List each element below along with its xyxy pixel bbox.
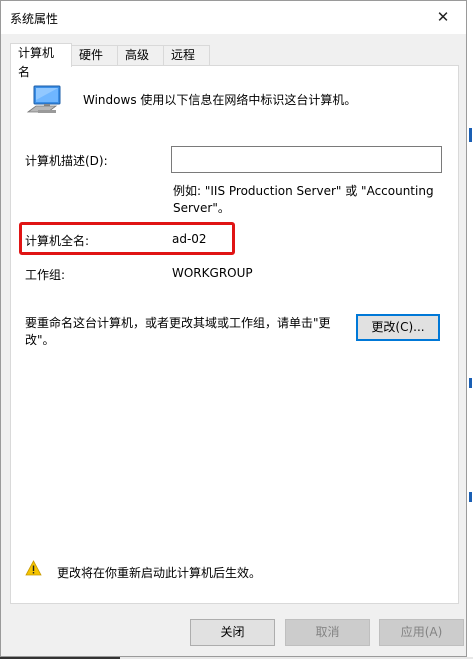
tab-advanced[interactable]: 高级 xyxy=(117,45,164,66)
intro-text: Windows 使用以下信息在网络中标识这台计算机。 xyxy=(83,93,357,107)
system-properties-window: 系统属性 ✕ 计算机名 硬件 高级 远程 Windows 使用以下信息在网络中标… xyxy=(0,0,467,657)
rename-line-1: 要重命名这台计算机，或者更改其域或工作组，请单击"更 xyxy=(25,316,331,330)
tab-hardware[interactable]: 硬件 xyxy=(71,45,118,66)
tab-panel: Windows 使用以下信息在网络中标识这台计算机。 计算机描述(D): 例如:… xyxy=(10,65,459,604)
example-line-2: Server"。 xyxy=(173,201,230,215)
description-example: 例如: "IIS Production Server" 或 "Accountin… xyxy=(173,183,443,217)
full-name-label: 计算机全名: xyxy=(25,234,90,248)
rename-instructions: 要重命名这台计算机，或者更改其域或工作组，请单击"更 改"。 xyxy=(25,315,345,349)
warning-text: 更改将在你重新启动此计算机后生效。 xyxy=(57,566,262,580)
background-edge-mark xyxy=(469,378,472,388)
tab-remote[interactable]: 远程 xyxy=(163,45,210,66)
tab-computer-name[interactable]: 计算机名 xyxy=(10,43,72,79)
change-button[interactable]: 更改(C)... xyxy=(356,314,440,341)
description-label: 计算机描述(D): xyxy=(25,154,108,168)
title-bar: 系统属性 ✕ xyxy=(1,1,466,34)
background-edge xyxy=(468,0,473,659)
example-line-1: 例如: "IIS Production Server" 或 "Accountin… xyxy=(173,184,434,198)
close-button[interactable]: 关闭 xyxy=(190,619,275,646)
close-icon[interactable]: ✕ xyxy=(428,4,458,30)
computer-icon xyxy=(26,85,61,113)
window-title: 系统属性 xyxy=(10,12,59,26)
description-input[interactable] xyxy=(171,146,442,173)
background-edge-mark xyxy=(469,128,472,142)
apply-button[interactable]: 应用(A) xyxy=(379,619,464,646)
workgroup-value: WORKGROUP xyxy=(172,266,253,280)
warning-icon xyxy=(25,560,42,576)
cancel-button[interactable]: 取消 xyxy=(285,619,370,646)
full-name-value: ad-02 xyxy=(172,232,207,246)
workgroup-label: 工作组: xyxy=(25,268,66,282)
background-edge-mark xyxy=(469,492,472,502)
rename-line-2: 改"。 xyxy=(25,333,55,347)
